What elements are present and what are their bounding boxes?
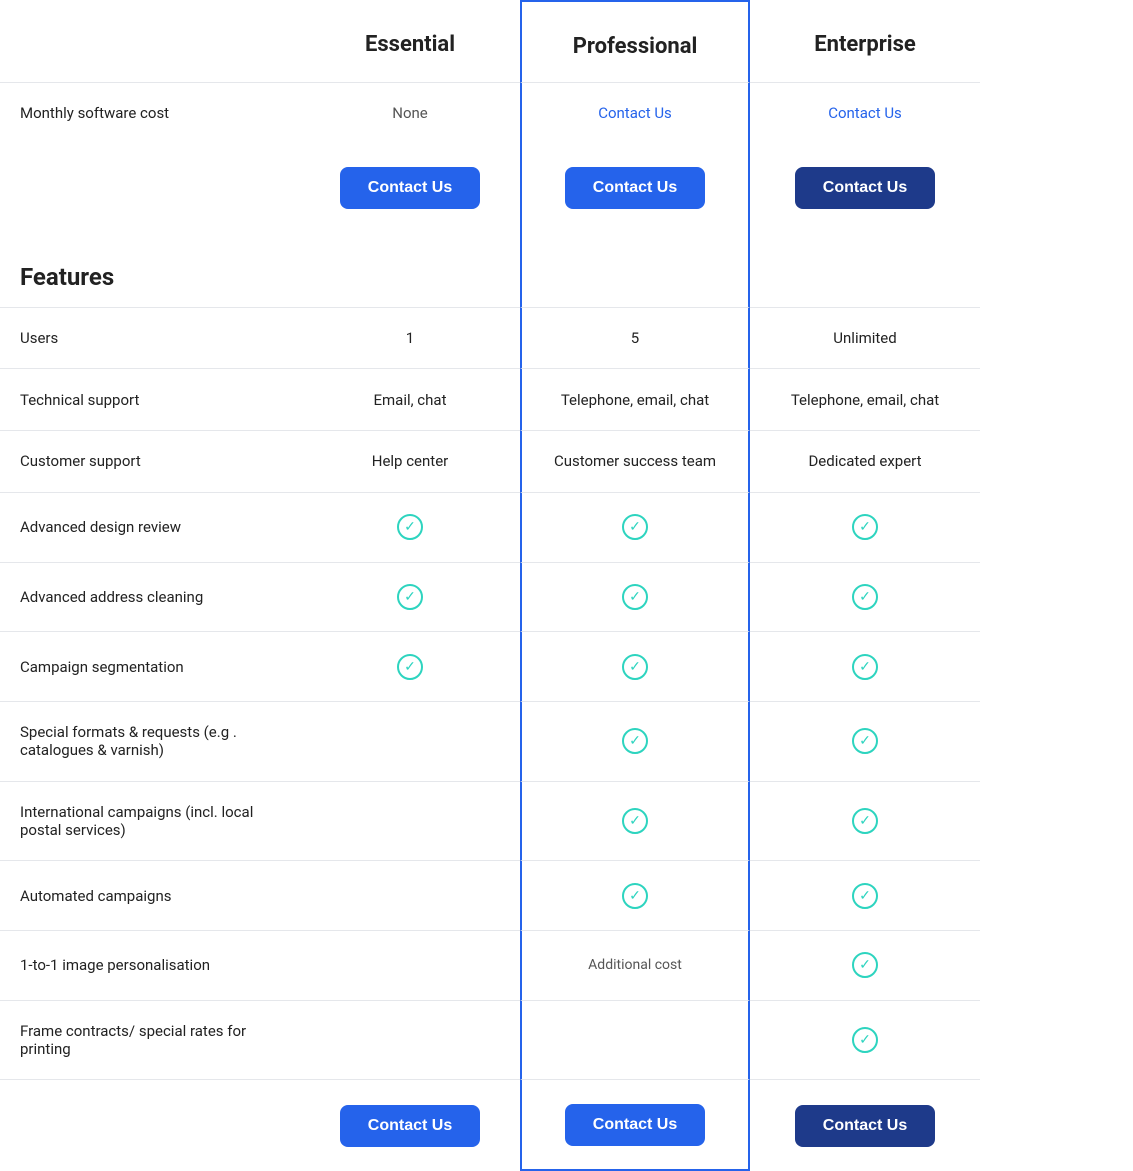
top-btn-label-cell: [0, 143, 300, 232]
check-icon: ✓: [852, 952, 878, 978]
check-icon: ✓: [622, 514, 648, 540]
essential-international-campaigns: [300, 781, 520, 861]
advanced-design-review-label: Advanced design review: [0, 492, 300, 562]
essential-advanced-address-cleaning: ✓: [300, 562, 520, 632]
enterprise-bottom-btn-cell: Contact Us: [750, 1079, 980, 1171]
professional-advanced-design-review: ✓: [520, 492, 750, 562]
additional-cost-text: Additional cost: [588, 957, 682, 973]
essential-bottom-btn-cell: Contact Us: [300, 1079, 520, 1171]
enterprise-users: Unlimited: [750, 307, 980, 369]
professional-contact-btn-bottom[interactable]: Contact Us: [565, 1104, 705, 1146]
essential-contact-btn-top[interactable]: Contact Us: [340, 167, 480, 209]
professional-advanced-address-cleaning: ✓: [520, 562, 750, 632]
enterprise-image-personalisation: ✓: [750, 930, 980, 1000]
enterprise-advanced-address-cleaning: ✓: [750, 562, 980, 632]
automated-campaigns-label: Automated campaigns: [0, 860, 300, 930]
essential-automated-campaigns: [300, 860, 520, 930]
features-heading-enterprise: [750, 232, 980, 307]
professional-header: Professional: [520, 0, 750, 82]
check-icon: ✓: [622, 883, 648, 909]
professional-top-btn-cell: Contact Us: [520, 143, 750, 232]
check-icon: ✓: [622, 654, 648, 680]
professional-international-campaigns: ✓: [520, 781, 750, 861]
header-label-cell: [0, 0, 300, 82]
essential-frame-contracts: [300, 1000, 520, 1080]
check-icon: ✓: [852, 584, 878, 610]
check-icon: ✓: [397, 514, 423, 540]
check-icon: ✓: [852, 728, 878, 754]
professional-users: 5: [520, 307, 750, 369]
essential-top-btn-cell: Contact Us: [300, 143, 520, 232]
users-label: Users: [0, 307, 300, 369]
enterprise-technical-support: Telephone, email, chat: [750, 368, 980, 430]
check-icon: ✓: [852, 514, 878, 540]
pricing-table: Essential Professional Enterprise Monthl…: [0, 0, 1133, 1171]
international-campaigns-label: International campaigns (incl. local pos…: [0, 781, 300, 861]
professional-image-personalisation: Additional cost: [520, 930, 750, 1000]
essential-technical-support: Email, chat: [300, 368, 520, 430]
enterprise-advanced-design-review: ✓: [750, 492, 980, 562]
image-personalisation-label: 1-to-1 image personalisation: [0, 930, 300, 1000]
enterprise-international-campaigns: ✓: [750, 781, 980, 861]
essential-advanced-design-review: ✓: [300, 492, 520, 562]
professional-cost-link[interactable]: Contact Us: [598, 104, 672, 122]
check-icon: ✓: [397, 584, 423, 610]
professional-special-formats: ✓: [520, 701, 750, 781]
customer-support-label: Customer support: [0, 430, 300, 492]
enterprise-contact-btn-top[interactable]: Contact Us: [795, 167, 935, 209]
check-icon: ✓: [852, 808, 878, 834]
essential-image-personalisation: [300, 930, 520, 1000]
enterprise-special-formats: ✓: [750, 701, 980, 781]
enterprise-header: Enterprise: [750, 0, 980, 82]
enterprise-automated-campaigns: ✓: [750, 860, 980, 930]
bottom-btn-label-cell: [0, 1079, 300, 1171]
professional-campaign-segmentation: ✓: [520, 631, 750, 701]
monthly-cost-label: Monthly software cost: [0, 82, 300, 144]
essential-monthly-cost: None: [300, 82, 520, 144]
check-icon: ✓: [397, 654, 423, 680]
technical-support-label: Technical support: [0, 368, 300, 430]
check-icon: ✓: [622, 808, 648, 834]
professional-monthly-cost: Contact Us: [520, 82, 750, 144]
frame-contracts-label: Frame contracts/ special rates for print…: [0, 1000, 300, 1080]
check-icon: ✓: [852, 1027, 878, 1053]
check-icon: ✓: [852, 654, 878, 680]
features-heading: Features: [0, 232, 300, 307]
enterprise-campaign-segmentation: ✓: [750, 631, 980, 701]
enterprise-monthly-cost: Contact Us: [750, 82, 980, 144]
check-icon: ✓: [852, 883, 878, 909]
enterprise-frame-contracts: ✓: [750, 1000, 980, 1080]
check-icon: ✓: [622, 584, 648, 610]
essential-contact-btn-bottom[interactable]: Contact Us: [340, 1105, 480, 1147]
essential-customer-support: Help center: [300, 430, 520, 492]
essential-special-formats: [300, 701, 520, 781]
check-icon: ✓: [622, 728, 648, 754]
professional-technical-support: Telephone, email, chat: [520, 368, 750, 430]
professional-automated-campaigns: ✓: [520, 860, 750, 930]
enterprise-customer-support: Dedicated expert: [750, 430, 980, 492]
professional-contact-btn-top[interactable]: Contact Us: [565, 167, 705, 209]
essential-users: 1: [300, 307, 520, 369]
essential-header: Essential: [300, 0, 520, 82]
advanced-address-cleaning-label: Advanced address cleaning: [0, 562, 300, 632]
professional-frame-contracts: [520, 1000, 750, 1080]
enterprise-cost-link[interactable]: Contact Us: [828, 104, 902, 122]
essential-campaign-segmentation: ✓: [300, 631, 520, 701]
campaign-segmentation-label: Campaign segmentation: [0, 631, 300, 701]
enterprise-top-btn-cell: Contact Us: [750, 143, 980, 232]
enterprise-contact-btn-bottom[interactable]: Contact Us: [795, 1105, 935, 1147]
professional-customer-support: Customer success team: [520, 430, 750, 492]
professional-bottom-btn-cell: Contact Us: [520, 1079, 750, 1171]
features-heading-essential: [300, 232, 520, 307]
features-heading-professional: [520, 232, 750, 307]
special-formats-label: Special formats & requests (e.g . catalo…: [0, 701, 300, 781]
